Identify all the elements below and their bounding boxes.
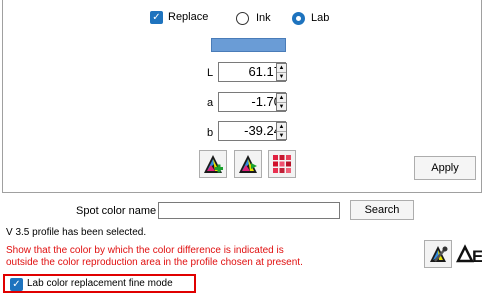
search-button[interactable]: Search xyxy=(350,200,414,220)
apply-button[interactable]: Apply xyxy=(414,156,476,180)
warning-text-line2: outside the color reproduction area in t… xyxy=(6,257,303,268)
color-swatch xyxy=(211,38,286,52)
color-picker-icon xyxy=(430,246,448,262)
lab-label: Lab xyxy=(311,12,330,24)
ink-label: Ink xyxy=(256,12,271,24)
a-stepper[interactable]: ▲ ▼ xyxy=(276,93,287,111)
replace-checkbox[interactable]: ✓ xyxy=(150,11,163,24)
color-picker-button[interactable] xyxy=(424,240,452,268)
delta-e-icon: E xyxy=(455,244,482,266)
status-text: V 3.5 profile has been selected. xyxy=(6,227,147,238)
spot-color-label: Spot color name xyxy=(76,205,157,217)
a-label: a xyxy=(206,97,214,109)
profile-add-button[interactable] xyxy=(199,150,227,178)
replace-label: Replace xyxy=(168,11,209,23)
lab-radio[interactable] xyxy=(292,12,305,25)
fine-mode-checkbox[interactable]: ✓ xyxy=(10,278,23,291)
color-grid-button[interactable] xyxy=(268,150,296,178)
l-label: L xyxy=(206,67,214,79)
profile-replace-icon xyxy=(239,155,257,173)
fine-mode-label: Lab color replacement fine mode xyxy=(27,278,173,289)
l-stepper[interactable]: ▲ ▼ xyxy=(276,63,287,81)
ink-radio[interactable] xyxy=(236,12,249,25)
warning-text-line1: Show that the color by which the color d… xyxy=(6,245,284,256)
profile-replace-button[interactable] xyxy=(234,150,262,178)
color-grid-icon xyxy=(273,155,291,173)
b-stepper[interactable]: ▲ ▼ xyxy=(276,122,287,140)
svg-text:E: E xyxy=(472,247,482,266)
spot-color-input[interactable] xyxy=(158,202,340,219)
b-label: b xyxy=(206,127,214,139)
delta-e-button[interactable]: E xyxy=(455,240,482,268)
profile-add-icon xyxy=(204,155,223,173)
